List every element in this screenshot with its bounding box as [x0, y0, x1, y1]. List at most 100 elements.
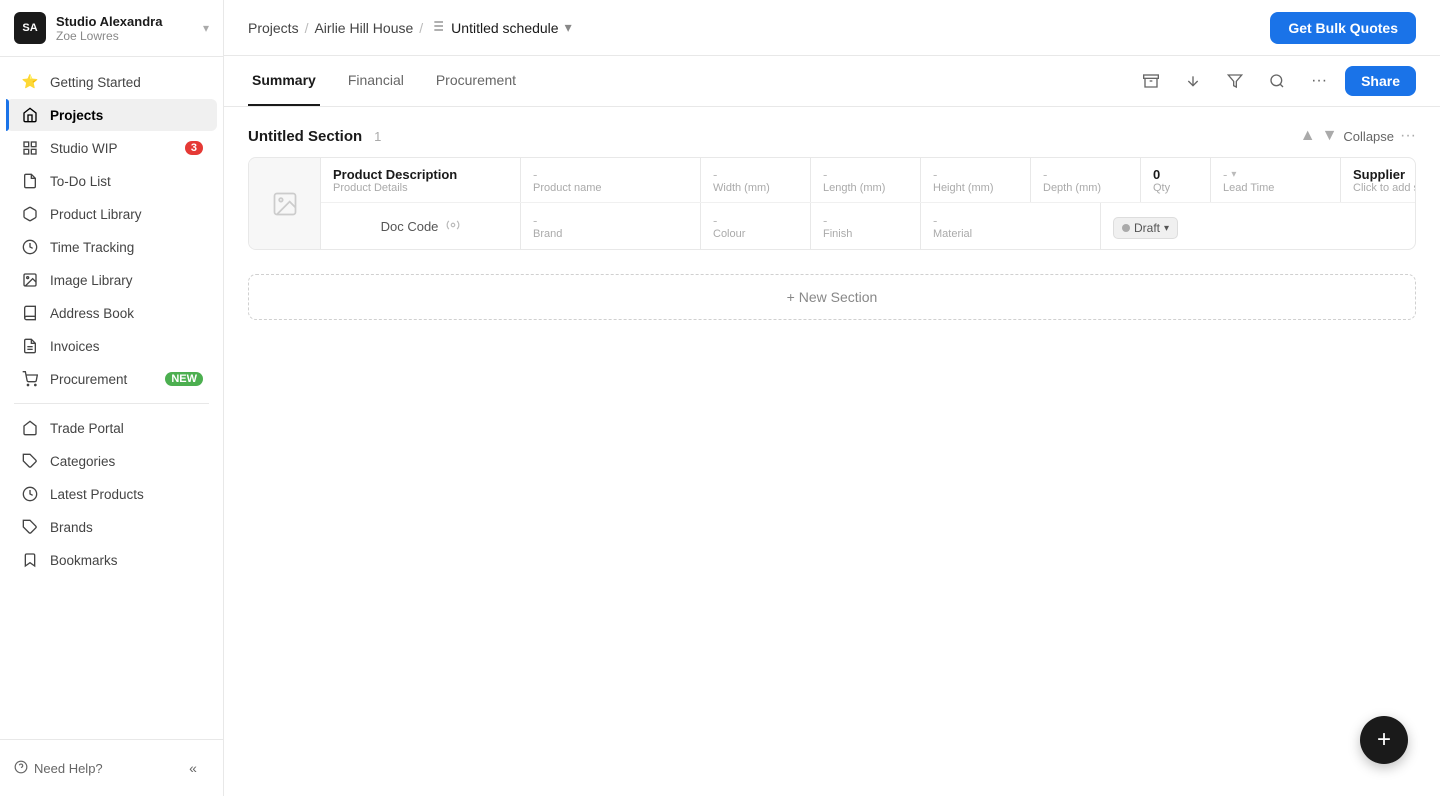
- grid-icon: [20, 140, 40, 156]
- product-name-sublabel: Product name: [533, 182, 688, 194]
- depth-sublabel: Depth (mm): [1043, 182, 1128, 194]
- sidebar-item-getting-started[interactable]: ⭐ Getting Started: [6, 66, 217, 98]
- sidebar-item-categories[interactable]: Categories: [6, 445, 217, 477]
- schedule-icon: [429, 18, 445, 37]
- product-row-top: Product Description Product Details - Pr…: [321, 158, 1416, 203]
- new-section-btn[interactable]: + New Section: [248, 274, 1416, 320]
- qty-value: 0: [1153, 167, 1198, 182]
- length-cell[interactable]: - Length (mm): [811, 158, 921, 202]
- help-label: Need Help?: [34, 761, 103, 776]
- more-options-btn[interactable]: ···: [1303, 65, 1335, 97]
- topbar: Projects / Airlie Hill House / Untitled …: [224, 0, 1440, 56]
- sidebar-item-label: Time Tracking: [50, 240, 134, 255]
- badge-procurement: NEW: [165, 372, 203, 386]
- brand-cell[interactable]: - Brand: [521, 203, 701, 249]
- width-sublabel: Width (mm): [713, 182, 798, 194]
- sidebar-item-studio-wip[interactable]: Studio WIP 3: [6, 132, 217, 164]
- archive-btn[interactable]: [1135, 65, 1167, 97]
- section-up-btn[interactable]: ▲: [1300, 127, 1316, 145]
- doc-code-cell[interactable]: Doc Code: [321, 203, 521, 249]
- breadcrumb-sep2: /: [419, 20, 423, 36]
- section-count: 1: [374, 129, 381, 144]
- material-cell[interactable]: - Material: [921, 203, 1101, 249]
- draft-label: Draft: [1134, 221, 1160, 235]
- product-desc-label: Product Description: [333, 167, 508, 182]
- finish-cell[interactable]: - Finish: [811, 203, 921, 249]
- image-icon: [20, 272, 40, 288]
- product-thumbnail[interactable]: [249, 158, 321, 249]
- help-icon: [14, 760, 28, 777]
- org-name: Studio Alexandra: [56, 14, 203, 29]
- star-icon: ⭐: [20, 74, 40, 90]
- sidebar-item-label: Procurement: [50, 372, 127, 387]
- schedule-name: Untitled schedule: [451, 20, 558, 36]
- invoice-icon: [20, 338, 40, 354]
- tab-procurement[interactable]: Procurement: [432, 56, 520, 106]
- search-btn[interactable]: [1261, 65, 1293, 97]
- draft-dot: [1122, 224, 1130, 232]
- supplier-cell[interactable]: Supplier Click to add supplier: [1341, 158, 1416, 202]
- section-down-btn[interactable]: ▼: [1322, 127, 1338, 145]
- filter-btn[interactable]: [1219, 65, 1251, 97]
- section-more-btn[interactable]: ···: [1400, 127, 1416, 145]
- product-details-sublabel: Product Details: [333, 182, 508, 194]
- collapse-sidebar-btn[interactable]: «: [177, 752, 209, 784]
- sidebar-item-bookmarks[interactable]: Bookmarks: [6, 544, 217, 576]
- product-block: Product Description Product Details - Pr…: [248, 157, 1416, 250]
- fab-add-btn[interactable]: +: [1360, 716, 1408, 764]
- finish-value: -: [823, 213, 908, 228]
- sidebar-item-image-library[interactable]: Image Library: [6, 264, 217, 296]
- sidebar-item-invoices[interactable]: Invoices: [6, 330, 217, 362]
- product-description-cell[interactable]: Product Description Product Details: [321, 158, 521, 202]
- sidebar-item-address-book[interactable]: Address Book: [6, 297, 217, 329]
- section-actions: ▲ ▼ Collapse ···: [1300, 127, 1416, 145]
- badge-studio-wip: 3: [185, 141, 203, 155]
- finish-sublabel: Finish: [823, 228, 908, 240]
- product-row-bottom: Doc Code - Brand: [321, 203, 1416, 249]
- draft-caret-icon: ▾: [1164, 223, 1169, 234]
- sidebar-item-label: Address Book: [50, 306, 134, 321]
- sort-btn[interactable]: [1177, 65, 1209, 97]
- product-data: Product Description Product Details - Pr…: [321, 158, 1416, 249]
- sidebar-header[interactable]: SA Studio Alexandra Zoe Lowres ▾: [0, 0, 223, 57]
- depth-cell[interactable]: - Depth (mm): [1031, 158, 1141, 202]
- section-collapse-btn[interactable]: Collapse: [1343, 129, 1394, 144]
- org-user: Zoe Lowres: [56, 29, 203, 43]
- height-cell[interactable]: - Height (mm): [921, 158, 1031, 202]
- sidebar-item-product-library[interactable]: Product Library: [6, 198, 217, 230]
- book-icon: [20, 305, 40, 321]
- breadcrumb-projects[interactable]: Projects: [248, 20, 299, 36]
- breadcrumb-schedule[interactable]: Untitled schedule ▾: [429, 18, 571, 37]
- width-cell[interactable]: - Width (mm): [701, 158, 811, 202]
- draft-badge[interactable]: Draft ▾: [1113, 217, 1178, 239]
- qty-sublabel: Qty: [1153, 182, 1198, 194]
- sidebar-item-time-tracking[interactable]: Time Tracking: [6, 231, 217, 263]
- sidebar-item-procurement[interactable]: Procurement NEW: [6, 363, 217, 395]
- breadcrumb-project[interactable]: Airlie Hill House: [314, 20, 413, 36]
- sidebar-item-projects[interactable]: Projects: [6, 99, 217, 131]
- breadcrumb: Projects / Airlie Hill House / Untitled …: [248, 18, 1270, 37]
- get-bulk-quotes-btn[interactable]: Get Bulk Quotes: [1270, 12, 1416, 44]
- tab-bar-icons: ··· Share: [1135, 65, 1416, 97]
- sidebar-item-label: Image Library: [50, 273, 133, 288]
- help-link[interactable]: Need Help?: [14, 760, 103, 777]
- qty-cell[interactable]: 0 Qty: [1141, 158, 1211, 202]
- lead-time-cell[interactable]: - ▾ Lead Time: [1211, 158, 1341, 202]
- sidebar-item-trade-portal[interactable]: Trade Portal: [6, 412, 217, 444]
- product-inner: Product Description Product Details - Pr…: [249, 158, 1415, 249]
- lead-time-sublabel: Lead Time: [1223, 182, 1328, 194]
- sidebar-item-label: Product Library: [50, 207, 142, 222]
- sidebar-item-brands[interactable]: Brands: [6, 511, 217, 543]
- tab-financial[interactable]: Financial: [344, 56, 408, 106]
- width-value: -: [713, 167, 798, 182]
- tab-summary[interactable]: Summary: [248, 56, 320, 106]
- colour-cell[interactable]: - Colour: [701, 203, 811, 249]
- supplier-add-text[interactable]: Click to add supplier: [1353, 182, 1416, 194]
- share-btn[interactable]: Share: [1345, 66, 1416, 96]
- clock-icon: [20, 239, 40, 255]
- topbar-actions: Get Bulk Quotes: [1270, 12, 1416, 44]
- sidebar-item-latest-products[interactable]: Latest Products: [6, 478, 217, 510]
- sidebar: SA Studio Alexandra Zoe Lowres ▾ ⭐ Getti…: [0, 0, 224, 796]
- sidebar-item-todo[interactable]: To-Do List: [6, 165, 217, 197]
- product-name-cell[interactable]: - Product name: [521, 158, 701, 202]
